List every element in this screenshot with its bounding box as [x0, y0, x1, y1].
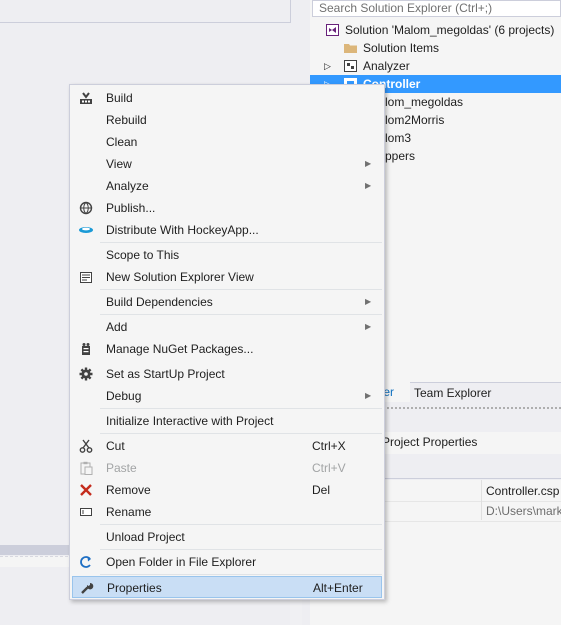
tree-item-label: Solution Items — [363, 41, 440, 55]
grid-divider — [481, 480, 482, 520]
globe-icon — [78, 201, 94, 215]
menu-item-label: Rebuild — [106, 113, 147, 127]
remove-icon — [78, 483, 94, 497]
property-value: D:\Users\mark — [486, 504, 561, 518]
submenu-arrow-icon: ▶ — [365, 391, 372, 400]
wrench-icon — [79, 581, 95, 595]
tree-item-label: lom2Morris — [385, 113, 445, 127]
menu-item-label: Build Dependencies — [106, 295, 213, 309]
menu-item-scope-to-this[interactable]: Scope to This — [72, 244, 382, 266]
scissors-icon — [78, 439, 94, 453]
menu-item-shortcut: Ctrl+X — [312, 439, 346, 453]
tab-team-explorer[interactable]: Team Explorer — [414, 383, 491, 403]
menu-item-label: Remove — [106, 483, 151, 497]
menu-separator — [100, 549, 382, 550]
rename-icon — [78, 505, 94, 519]
menu-item-clean[interactable]: Clean — [72, 131, 382, 153]
editor-divider — [290, 0, 291, 23]
menu-item-new-solution-explorer-view[interactable]: New Solution Explorer View — [72, 266, 382, 288]
build-icon — [78, 91, 94, 105]
menu-separator — [100, 574, 382, 575]
editor-tab-strip-border — [0, 22, 290, 23]
submenu-arrow-icon: ▶ — [365, 181, 372, 190]
menu-item-label: Clean — [106, 135, 138, 149]
menu-item-label: Debug — [106, 389, 142, 403]
property-value: Controller.csp — [486, 484, 560, 498]
menu-item-label: Paste — [106, 461, 137, 475]
menu-item-label: Cut — [106, 439, 125, 453]
expand-arrow-icon[interactable]: ▷ — [324, 57, 331, 75]
menu-separator — [100, 289, 382, 290]
tree-item-label: lom_megoldas — [385, 95, 464, 109]
properties-object-title: Project Properties — [382, 435, 478, 449]
menu-item-shortcut: Del — [312, 483, 331, 497]
submenu-arrow-icon: ▶ — [365, 159, 372, 168]
menu-item-rename[interactable]: Rename — [72, 501, 382, 523]
menu-item-label: Publish... — [106, 201, 156, 215]
menu-item-cut[interactable]: Cut Ctrl+X — [72, 435, 382, 457]
menu-item-build-dependencies[interactable]: Build Dependencies ▶ — [72, 291, 382, 313]
solution-explorer-search-input[interactable]: Search Solution Explorer (Ctrl+;) — [312, 0, 561, 17]
menu-item-label: Unload Project — [106, 530, 185, 544]
menu-item-open-folder[interactable]: Open Folder in File Explorer — [72, 551, 382, 573]
hockeyapp-icon — [78, 223, 94, 237]
menu-item-label: Manage NuGet Packages... — [106, 342, 254, 356]
menu-item-properties[interactable]: Properties Alt+Enter — [72, 576, 382, 598]
menu-item-label: Rename — [106, 505, 152, 519]
paste-icon — [78, 461, 94, 475]
menu-item-label: New Solution Explorer View — [106, 270, 254, 284]
menu-item-view[interactable]: View ▶ — [72, 153, 382, 175]
menu-item-label: Build — [106, 91, 133, 105]
menu-item-label: Open Folder in File Explorer — [106, 555, 257, 569]
tree-item-label: ppers — [385, 149, 416, 163]
tree-item-solution-items[interactable]: Solution Items — [310, 39, 561, 57]
menu-item-publish[interactable]: Publish... — [72, 197, 382, 219]
menu-item-label: Analyze — [106, 179, 149, 193]
menu-item-build[interactable]: Build — [72, 87, 382, 109]
submenu-arrow-icon: ▶ — [365, 297, 372, 306]
menu-separator — [100, 314, 382, 315]
menu-separator — [100, 408, 382, 409]
menu-item-debug[interactable]: Debug ▶ — [72, 385, 382, 407]
menu-item-add[interactable]: Add ▶ — [72, 316, 382, 338]
gear-icon — [78, 367, 94, 381]
menu-item-label: Properties — [107, 581, 162, 595]
project-icon — [344, 60, 357, 72]
menu-item-paste[interactable]: Paste Ctrl+V — [72, 457, 382, 479]
menu-separator — [100, 242, 382, 243]
menu-item-manage-nuget[interactable]: Manage NuGet Packages... — [72, 338, 382, 360]
menu-item-analyze[interactable]: Analyze ▶ — [72, 175, 382, 197]
menu-separator — [100, 433, 382, 434]
menu-item-rebuild[interactable]: Rebuild — [72, 109, 382, 131]
menu-item-set-startup[interactable]: Set as StartUp Project — [72, 363, 382, 385]
menu-item-shortcut: Alt+Enter — [313, 581, 363, 595]
tree-item-label: Analyzer — [363, 59, 410, 73]
menu-item-label: Add — [106, 320, 128, 334]
submenu-arrow-icon: ▶ — [365, 322, 372, 331]
menu-item-distribute-hockeyapp[interactable]: Distribute With HockeyApp... — [72, 219, 382, 241]
menu-item-label: Initialize Interactive with Project — [106, 414, 274, 428]
menu-separator — [100, 524, 382, 525]
tree-item-analyzer[interactable]: ▷ Analyzer — [310, 57, 561, 75]
menu-item-unload-project[interactable]: Unload Project — [72, 526, 382, 548]
tree-solution-label: Solution 'Malom_megoldas' (6 projects) — [345, 23, 555, 37]
menu-item-initialize-interactive[interactable]: Initialize Interactive with Project — [72, 410, 382, 432]
menu-item-label: Distribute With HockeyApp... — [106, 223, 259, 237]
nuget-icon — [78, 342, 94, 356]
solution-icon — [326, 24, 339, 36]
folder-icon — [344, 44, 357, 53]
tree-solution-node[interactable]: Solution 'Malom_megoldas' (6 projects) — [310, 21, 561, 39]
menu-item-shortcut: Ctrl+V — [312, 461, 346, 475]
open-folder-icon — [78, 555, 94, 569]
menu-item-label: Scope to This — [106, 248, 180, 262]
menu-item-label: Set as StartUp Project — [106, 367, 225, 381]
menu-item-label: View — [106, 157, 132, 171]
menu-item-remove[interactable]: Remove Del — [72, 479, 382, 501]
tree-item-label: lom3 — [385, 131, 412, 145]
new-view-icon — [78, 270, 94, 284]
